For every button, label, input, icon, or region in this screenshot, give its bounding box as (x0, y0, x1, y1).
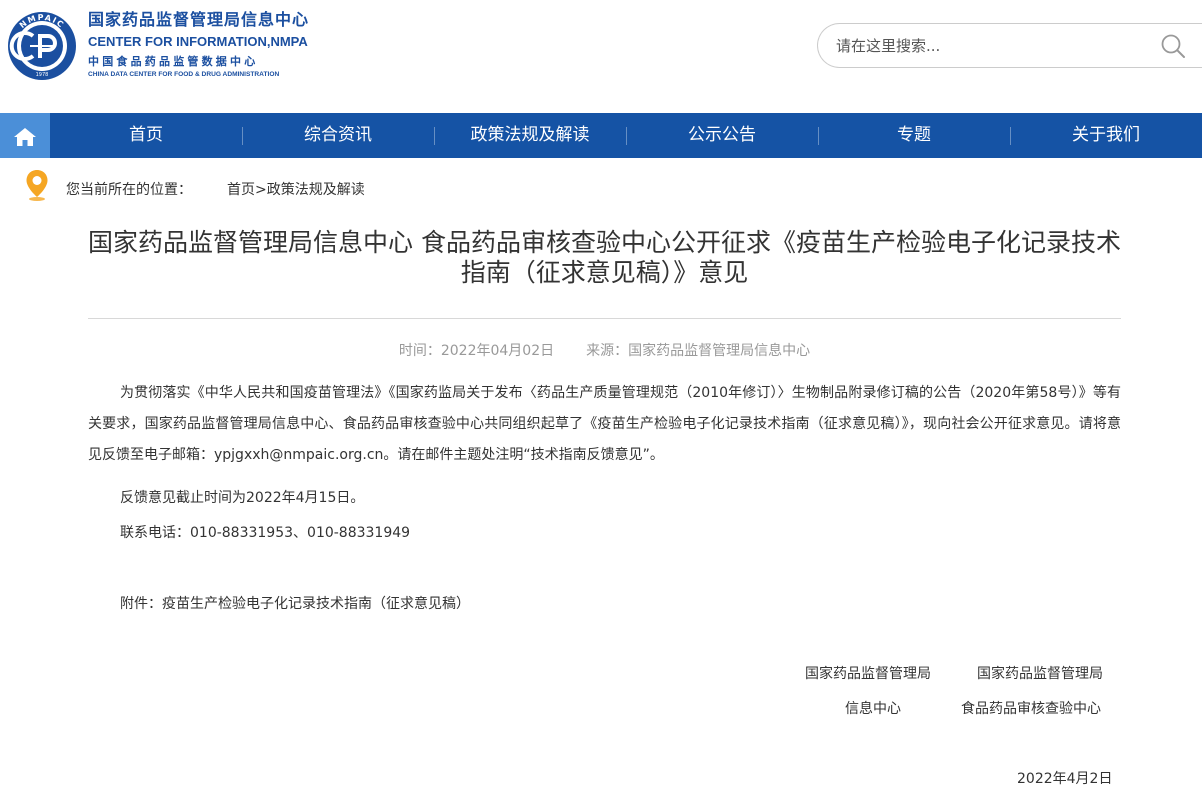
data-center-name-en: CHINA DATA CENTER FOR FOOD & DRUG ADMINI… (88, 71, 280, 78)
article-meta: 时间：2022年04月02日 来源：国家药品监督管理局信息中心 (88, 340, 1121, 360)
breadcrumb-prefix: 您当前所在的位置： (66, 182, 192, 198)
attachment-prefix: 附件： (120, 596, 162, 612)
location-pin-icon (26, 170, 48, 201)
attachment-link[interactable]: 疫苗生产检验电子化记录技术指南（征求意见稿） (162, 596, 470, 612)
brand-block: 国家药品监督管理局信息中心 CENTER FOR INFORMATION,NMP… (88, 10, 309, 79)
paragraph-deadline: 反馈意见截止时间为2022年4月15日。 (120, 490, 365, 506)
nav-item-about[interactable]: 关于我们 (1010, 113, 1202, 158)
signature-right-line1: 国家药品监督管理局 (977, 666, 1103, 682)
breadcrumb-current-link[interactable]: 政策法规及解读 (267, 182, 365, 198)
search-input[interactable] (836, 36, 1136, 56)
breadcrumb-home-link[interactable]: 首页 (227, 182, 255, 198)
article-title: 国家药品监督管理局信息中心 食品药品审核查验中心公开征求《疫苗生产检验电子化记录… (88, 228, 1121, 287)
nav-item-home[interactable]: 首页 (50, 113, 242, 158)
home-icon (14, 128, 36, 146)
paragraph-phone: 联系电话：010-88331953、010-88331949 (120, 525, 411, 541)
signature-right-line2: 食品药品审核查验中心 (961, 701, 1101, 717)
main-nav: 首页 综合资讯 政策法规及解读 公示公告 专题 关于我们 (0, 113, 1202, 158)
breadcrumb-links: 首页>政策法规及解读 (227, 179, 365, 199)
signature-left-line2: 信息中心 (845, 701, 901, 717)
org-name-en: CENTER FOR INFORMATION,NMPA (88, 34, 308, 49)
article-date: 2022年4月2日 (1017, 771, 1113, 787)
paragraph-intro: 为贯彻落实《中华人民共和国疫苗管理法》《国家药监局关于发布〈药品生产质量管理规范… (88, 385, 1121, 463)
nav-item-notices[interactable]: 公示公告 (626, 113, 818, 158)
nmpaic-logo[interactable]: 1978 NMPAIC (6, 10, 78, 82)
data-center-name-cn: 中国食品药品监管数据中心 (88, 55, 259, 68)
breadcrumb: 您当前所在的位置： 首页>政策法规及解读 (0, 158, 1202, 218)
signature-left-line1: 国家药品监督管理局 (805, 666, 931, 682)
svg-text:1978: 1978 (36, 72, 49, 78)
publish-time: 时间：2022年04月02日 (398, 343, 555, 359)
org-name-cn: 国家药品监督管理局信息中心 (88, 10, 310, 29)
attachment-line: 附件：疫苗生产检验电子化记录技术指南（征求意见稿） (120, 593, 470, 613)
search-box (817, 23, 1202, 68)
article-body: 为贯彻落实《中华人民共和国疫苗管理法》《国家药监局关于发布〈药品生产质量管理规范… (88, 378, 1121, 471)
nav-item-topics[interactable]: 专题 (818, 113, 1010, 158)
title-divider (88, 318, 1121, 319)
nav-home-button[interactable] (0, 113, 50, 158)
breadcrumb-separator: > (255, 182, 267, 198)
site-header: 1978 NMPAIC 国家药品监督管理局信息中心 CENTER FOR INF… (0, 0, 1202, 113)
nav-item-news[interactable]: 综合资讯 (242, 113, 434, 158)
search-icon[interactable] (1160, 33, 1186, 59)
article-source: 来源：国家药品监督管理局信息中心 (586, 343, 811, 359)
nav-item-policy[interactable]: 政策法规及解读 (434, 113, 626, 158)
